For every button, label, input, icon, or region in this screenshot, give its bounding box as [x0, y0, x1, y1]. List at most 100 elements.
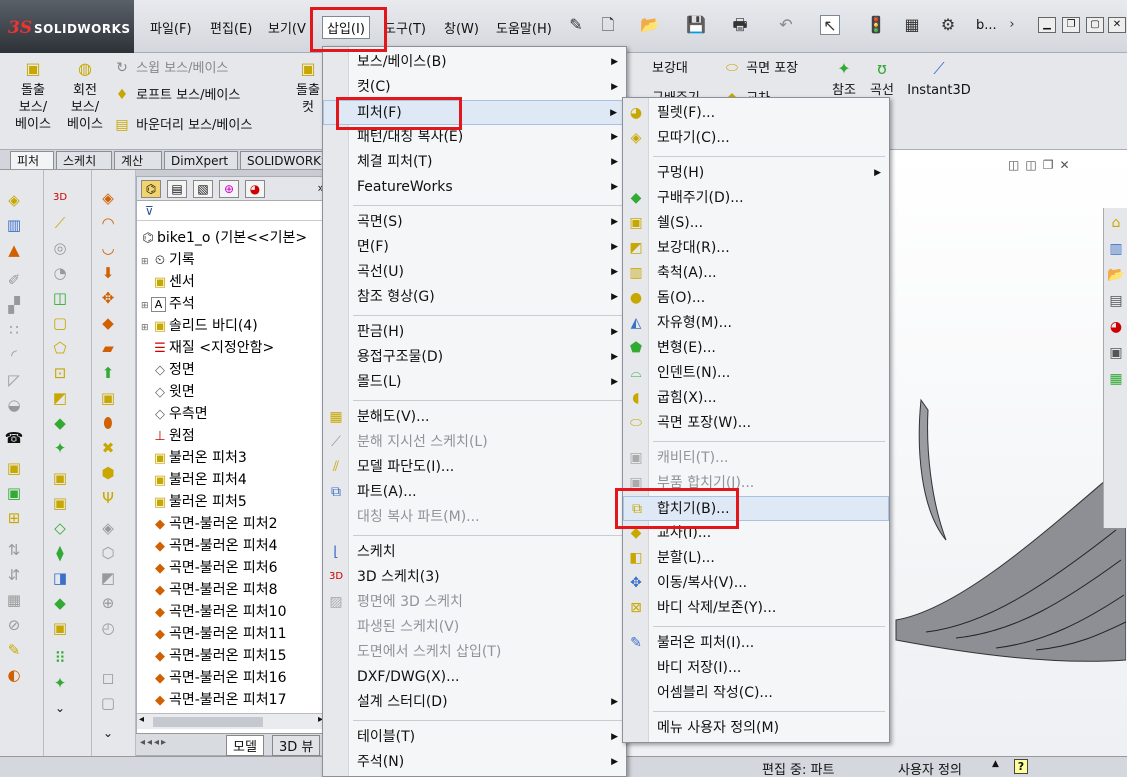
save-icon[interactable]: 💾: [686, 15, 706, 35]
mass-icon[interactable]: ⇵: [4, 565, 24, 585]
scroll-thumb[interactable]: [153, 717, 263, 727]
convert-icon[interactable]: ◆: [50, 413, 70, 433]
menu-file[interactable]: 파일(F): [150, 18, 192, 37]
radiate-surface-gray-icon[interactable]: ⊕: [98, 593, 118, 613]
check-icon[interactable]: ⊘: [4, 615, 24, 635]
menu-item-split[interactable]: ◧ 분할(L)...: [623, 546, 889, 571]
tree-node-front-plane[interactable]: ◇ 정면: [141, 359, 195, 379]
custom-properties-icon[interactable]: ▣: [1106, 342, 1126, 364]
revolve-small-icon[interactable]: ▣: [50, 493, 70, 513]
menu-item-tables[interactable]: 테이블(T) ▶: [323, 725, 626, 750]
boundary-small-icon[interactable]: ◨: [50, 568, 70, 588]
menu-item-rib[interactable]: ◩ 보강대(R)...: [623, 236, 889, 261]
tree-node-imported-5[interactable]: ▣ 불러온 피처5: [141, 491, 247, 511]
restore-view-icon[interactable]: ❐: [1043, 158, 1060, 172]
select-pointer-icon[interactable]: ↖: [820, 15, 840, 35]
open-folder-icon[interactable]: 📂: [640, 15, 660, 35]
tab-nav-arrows-icon[interactable]: ◂◂◂▸: [140, 737, 168, 748]
tree-filter-bar[interactable]: ⊽: [137, 203, 323, 221]
tree-node-imported-4[interactable]: ▣ 불러온 피처4: [141, 469, 247, 489]
filter-icon[interactable]: ⊽: [145, 204, 154, 218]
instant3d-button[interactable]: ⟋ Instant3D: [906, 59, 972, 99]
pattern-icon[interactable]: ∷: [4, 320, 24, 340]
sweep-small-icon[interactable]: ◇: [50, 518, 70, 538]
combine-tool-icon[interactable]: ⊞: [4, 508, 24, 528]
expand-icon[interactable]: ›: [1002, 15, 1022, 35]
menu-item-featureworks[interactable]: FeatureWorks ▶: [323, 175, 626, 200]
menu-item-annotations[interactable]: 주석(N) ▶: [323, 750, 626, 775]
point-icon[interactable]: ✦: [50, 438, 70, 458]
tree-node-imported-3[interactable]: ▣ 불러온 피처3: [141, 447, 247, 467]
menu-view[interactable]: 보기(V: [268, 18, 306, 37]
menu-item-cut[interactable]: 컷(C) ▶: [323, 75, 626, 100]
menu-item-surface[interactable]: 곡면(S) ▶: [323, 210, 626, 235]
cut-icon[interactable]: ▲: [4, 240, 24, 260]
menu-item-part[interactable]: ⧉ 파트(A)...: [323, 480, 626, 505]
tree-horizontal-scrollbar[interactable]: ◂ ▸: [137, 713, 323, 729]
draft-tool-icon[interactable]: ▣: [4, 483, 24, 503]
menu-item-move-copy[interactable]: ✥ 이동/복사(V)...: [623, 571, 889, 596]
tree-node-history[interactable]: ⊞ ⏲ 기록: [141, 249, 195, 269]
menu-item-freeform[interactable]: ◭ 자유형(M)...: [623, 311, 889, 336]
menu-item-mirror-part[interactable]: 대칭 복사 파트(M)...: [323, 505, 626, 530]
line-icon[interactable]: ⟋: [50, 213, 70, 233]
boss-icon[interactable]: ◈: [4, 190, 24, 210]
planar-surface-icon[interactable]: ▰: [98, 338, 118, 358]
tab-3d-view[interactable]: 3D 뷰: [272, 735, 321, 756]
split-view-2-icon[interactable]: ◫: [1025, 158, 1042, 172]
menu-help[interactable]: 도움말(H): [496, 18, 552, 37]
menu-item-explode-line-sketch[interactable]: ⟋ 분해 지시선 스케치(L): [323, 430, 626, 455]
menu-item-chamfer[interactable]: ◈ 모따기(C)...: [623, 126, 889, 151]
menu-item-deform[interactable]: ⬟ 변형(E)...: [623, 336, 889, 361]
appearances-icon[interactable]: ◕: [1106, 316, 1126, 338]
file-explorer-icon[interactable]: 📂: [1106, 264, 1126, 286]
expand-icon[interactable]: ⊞: [141, 257, 151, 267]
menu-insert[interactable]: 삽입(I): [322, 16, 370, 39]
part-model-3d[interactable]: [886, 370, 1126, 670]
boundary-boss-button[interactable]: ▤ 바운더리 보스/베이스: [112, 114, 252, 133]
surface-loft-icon[interactable]: ⬇: [98, 263, 118, 283]
mid-surface-gray-icon[interactable]: ◴: [98, 618, 118, 638]
chamfer-gray-icon[interactable]: ◸: [4, 370, 24, 390]
knit-surface-icon[interactable]: ▣: [98, 388, 118, 408]
extrude-cut-button[interactable]: ▣ 돌출 컷: [292, 59, 324, 116]
solidworks-logo[interactable]: 3S SOLIDWORKS: [0, 0, 134, 53]
file-properties-icon[interactable]: ▦: [902, 15, 922, 35]
close-view-icon[interactable]: ✕: [1059, 158, 1075, 172]
menu-item-delete-keep-body[interactable]: ⊠ 바디 삭제/보존(Y)...: [623, 596, 889, 621]
property-manager-tab-icon[interactable]: ▤: [167, 180, 187, 198]
menu-item-indent[interactable]: ⌓ 인덴트(N)...: [623, 361, 889, 386]
offset-icon[interactable]: ⊡: [50, 363, 70, 383]
menu-item-sketch-from-drawing[interactable]: 도면에서 스케치 삽입(T): [323, 640, 626, 665]
hole-wizard-icon[interactable]: ☎: [4, 428, 24, 448]
expand-icon[interactable]: ⊞: [141, 301, 151, 311]
menu-item-exploded-view[interactable]: ▦ 분해도(V)...: [323, 405, 626, 430]
appearance-icon[interactable]: ✎: [4, 640, 24, 660]
scroll-left-icon[interactable]: ◂: [139, 714, 144, 725]
menu-item-fillet[interactable]: ◕ 필렛(F)...: [623, 101, 889, 126]
menu-item-curve[interactable]: 곡선(U) ▶: [323, 260, 626, 285]
replace-face-icon[interactable]: Ψ: [98, 488, 118, 508]
box-gray-icon[interactable]: ▢: [98, 693, 118, 713]
trim-icon[interactable]: ◩: [50, 388, 70, 408]
wrap-small-icon[interactable]: ◆: [50, 593, 70, 613]
menu-item-sheet-metal[interactable]: 판금(H) ▶: [323, 320, 626, 345]
undo-icon[interactable]: ↶: [776, 15, 796, 35]
wrap-button[interactable]: ⬭ 곡면 포장: [722, 57, 798, 76]
section-icon[interactable]: ▦: [4, 590, 24, 610]
rectangle-icon[interactable]: ▢: [50, 313, 70, 333]
ruled-surface-gray-icon[interactable]: ◩: [98, 568, 118, 588]
thicken-icon[interactable]: ⬢: [98, 463, 118, 483]
menu-item-derived-sketch[interactable]: 파생된 스케치(V): [323, 615, 626, 640]
new-document-icon[interactable]: 🗋: [598, 15, 618, 35]
tree-node-surface-11[interactable]: ◆ 곡면-불러온 피처11: [141, 623, 286, 643]
help-icon[interactable]: ?: [1014, 759, 1028, 774]
move-face-gray-icon[interactable]: ⬡: [98, 543, 118, 563]
revolve-boss-button[interactable]: ◍ 회전 보스/ 베이스: [62, 59, 108, 133]
menu-item-customize-menu[interactable]: 메뉴 사용자 정의(M): [623, 716, 889, 741]
viewport-window-controls[interactable]: ◫◫❐✕: [1008, 158, 1076, 172]
surface-extrude-icon[interactable]: ◈: [98, 188, 118, 208]
circular-pattern-icon[interactable]: ✦: [50, 673, 70, 693]
configuration-tab-icon[interactable]: ▧: [193, 180, 213, 198]
surface-boundary-icon[interactable]: ✥: [98, 288, 118, 308]
